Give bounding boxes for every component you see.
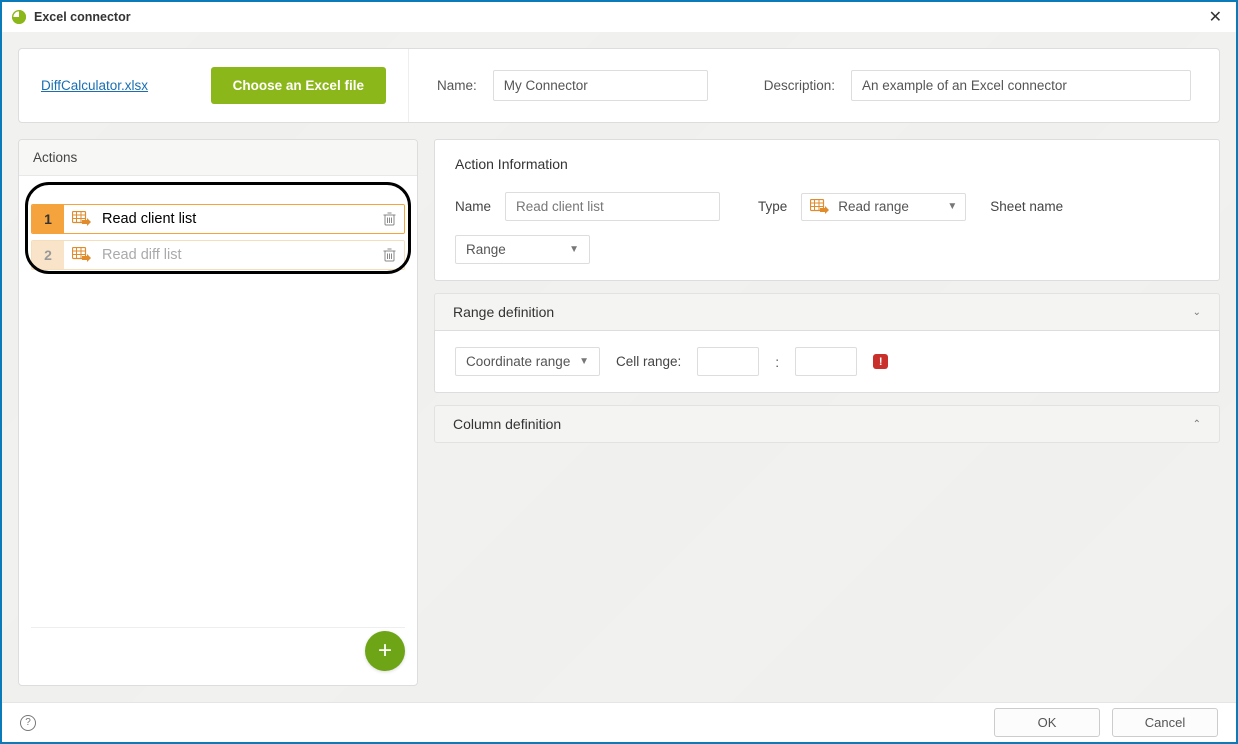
action-name-label: Name — [455, 199, 491, 214]
action-info-title: Action Information — [455, 156, 1199, 172]
delete-action-icon[interactable] — [383, 212, 396, 226]
action-label: Read client list — [102, 211, 196, 227]
ok-button[interactable]: OK — [994, 708, 1100, 737]
chevron-down-icon: ▼ — [947, 201, 957, 212]
action-label: Read diff list — [102, 247, 182, 263]
sheet-name-value: Range — [466, 242, 506, 257]
range-definition-header[interactable]: Range definition ⌄ — [434, 293, 1220, 330]
name-label: Name: — [437, 78, 477, 93]
action-row-1[interactable]: 1 Read client list — [31, 204, 405, 234]
window-title: Excel connector — [34, 10, 131, 24]
chevron-down-icon: ⌄ — [1193, 307, 1201, 318]
action-row-2[interactable]: 2 Read diff list — [31, 240, 405, 270]
cell-range-label: Cell range: — [616, 354, 681, 369]
choose-file-button[interactable]: Choose an Excel file — [211, 67, 386, 104]
action-name-input[interactable] — [505, 192, 720, 221]
delete-action-icon[interactable] — [383, 248, 396, 262]
cell-range-end-input[interactable] — [795, 347, 857, 376]
action-number: 1 — [32, 205, 64, 233]
titlebar: Excel connector ✕ — [2, 2, 1236, 32]
description-label: Description: — [764, 78, 835, 93]
sheet-name-label: Sheet name — [990, 199, 1063, 214]
sheet-name-select[interactable]: Range ▼ — [455, 235, 590, 264]
actions-header: Actions — [19, 140, 417, 176]
cell-range-start-input[interactable] — [697, 347, 759, 376]
range-definition-card: Range definition ⌄ Coordinate range ▼ Ce… — [434, 293, 1220, 393]
connector-name-input[interactable] — [493, 70, 708, 101]
file-link[interactable]: DiffCalculator.xlsx — [41, 78, 148, 93]
coordinate-range-select[interactable]: Coordinate range ▼ — [455, 347, 600, 376]
chevron-down-icon: ▼ — [579, 356, 589, 367]
actions-panel: Actions 1 Read client list 2 — [18, 139, 418, 686]
add-action-button[interactable]: + — [365, 631, 405, 671]
action-info-card: Action Information Name Type Read range … — [434, 139, 1220, 281]
action-type-select[interactable]: Read range ▼ — [801, 193, 966, 221]
read-range-icon — [72, 247, 92, 263]
chevron-up-icon: ⌃ — [1193, 419, 1201, 430]
column-definition-header[interactable]: Column definition ⌃ — [434, 405, 1220, 443]
read-range-icon — [72, 211, 92, 227]
dialog-footer: ? OK Cancel — [2, 702, 1236, 742]
action-type-label: Type — [758, 199, 787, 214]
cancel-button[interactable]: Cancel — [1112, 708, 1218, 737]
connector-description-input[interactable] — [851, 70, 1191, 101]
coordinate-range-value: Coordinate range — [466, 354, 570, 369]
action-type-value: Read range — [838, 199, 909, 214]
action-number: 2 — [32, 241, 64, 269]
close-icon[interactable]: ✕ — [1205, 7, 1226, 27]
chevron-down-icon: ▼ — [569, 244, 579, 255]
range-separator: : — [775, 354, 779, 370]
range-definition-title: Range definition — [453, 304, 554, 320]
help-icon[interactable]: ? — [20, 715, 36, 731]
app-icon — [12, 10, 26, 24]
column-definition-title: Column definition — [453, 416, 561, 432]
read-range-icon — [810, 199, 830, 215]
top-panel: DiffCalculator.xlsx Choose an Excel file… — [18, 48, 1220, 123]
error-icon: ! — [873, 354, 888, 369]
